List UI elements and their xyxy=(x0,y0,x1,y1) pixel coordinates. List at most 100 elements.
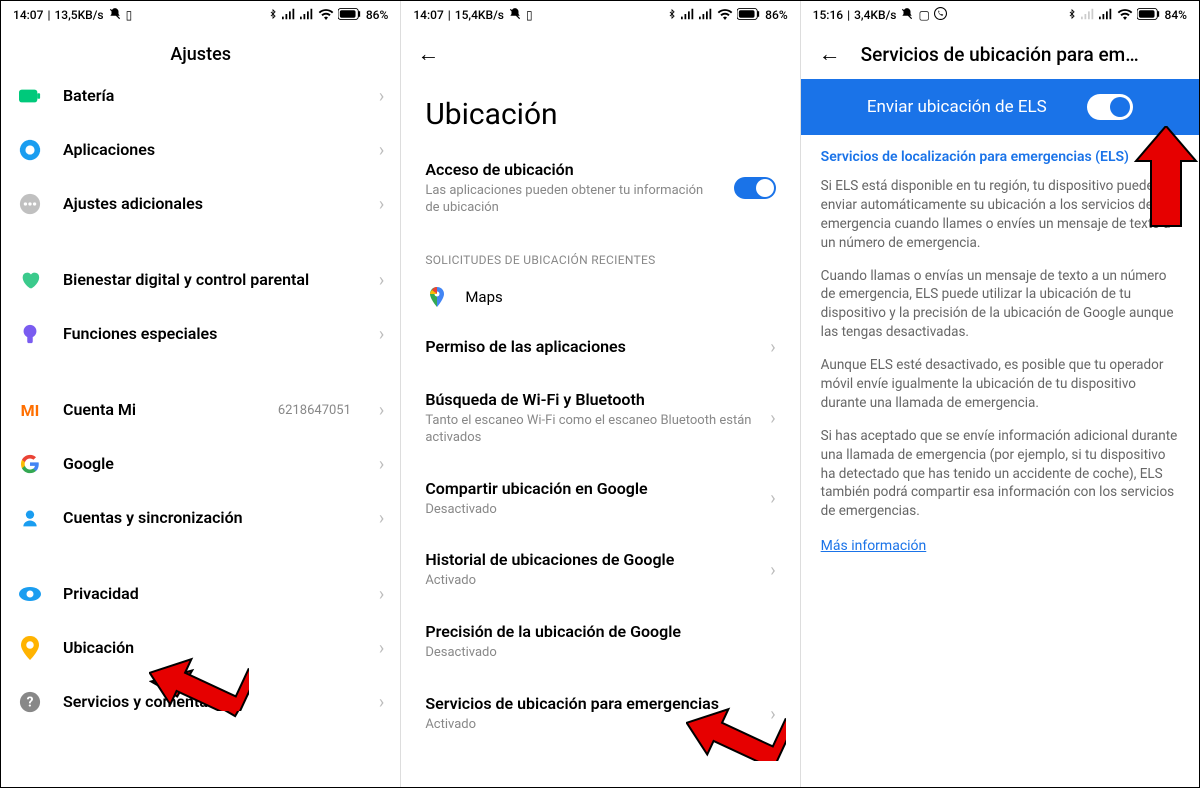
mute-icon xyxy=(508,7,522,24)
item-label: Batería xyxy=(63,86,359,107)
item-label: Ajustes adicionales xyxy=(63,194,359,215)
chevron-right-icon: › xyxy=(770,560,775,581)
mute-icon xyxy=(108,7,122,24)
row-title: Búsqueda de Wi-Fi y Bluetooth xyxy=(425,390,754,410)
item-label: Bienestar digital y control parental xyxy=(63,270,359,291)
chevron-right-icon: › xyxy=(379,270,384,291)
svg-text:?: ? xyxy=(27,695,34,711)
location-access-toggle[interactable] xyxy=(734,177,776,199)
info-title: Servicios de localización para emergenci… xyxy=(821,149,1179,165)
item-label: Funciones especiales xyxy=(63,324,359,345)
settings-item-battery[interactable]: Batería › xyxy=(1,79,400,123)
settings-item-accounts[interactable]: Cuentas y sincronización › xyxy=(1,491,400,545)
chevron-right-icon: › xyxy=(379,454,384,475)
row-title: Servicios de ubicación para emergencias xyxy=(425,694,754,714)
status-time: 15:16 xyxy=(813,8,843,22)
settings-item-google[interactable]: Google › xyxy=(1,437,400,491)
google-icon xyxy=(17,451,43,477)
toggle-label: Enviar ubicación de ELS xyxy=(867,97,1047,117)
whatsapp-icon xyxy=(934,7,947,23)
page-title: Servicios de ubicación para em… xyxy=(861,43,1139,66)
els-toggle-bar[interactable]: Enviar ubicación de ELS xyxy=(801,79,1199,135)
item-label: Cuentas y sincronización xyxy=(63,508,359,529)
settings-item-special[interactable]: Funciones especiales › xyxy=(1,307,400,361)
battery-icon xyxy=(17,83,43,109)
page-title: Ubicación xyxy=(401,79,799,144)
row-sub: Activado xyxy=(425,573,754,590)
signal-icon-2 xyxy=(699,8,713,23)
chevron-right-icon: › xyxy=(379,86,384,107)
info-paragraph: Si has aceptado que se envíe información… xyxy=(821,427,1179,521)
row-google-history[interactable]: Historial de ubicaciones de Google Activ… xyxy=(401,534,799,606)
row-emergency-location[interactable]: Servicios de ubicación para emergencias … xyxy=(401,678,799,750)
battery-icon xyxy=(1137,8,1161,23)
status-time: 14:07 xyxy=(413,8,443,22)
status-speed: 15,4KB/s xyxy=(455,8,504,22)
chevron-right-icon: › xyxy=(770,337,775,358)
status-speed: 13,5KB/s xyxy=(54,8,103,22)
status-bar: 15:16 | 3,4KB/s ▢ 84% xyxy=(801,1,1199,29)
recent-app-maps[interactable]: Maps xyxy=(401,277,799,321)
settings-item-privacy[interactable]: Privacidad › xyxy=(1,567,400,621)
status-bar: 14:07 | 13,5KB/s ▯ 86% xyxy=(1,1,400,29)
chevron-right-icon: › xyxy=(379,638,384,659)
status-time: 14:07 xyxy=(13,8,43,22)
signal-icon xyxy=(282,8,296,23)
battery-percent: 86% xyxy=(366,8,388,22)
settings-item-location[interactable]: Ubicación › xyxy=(1,621,400,675)
title-bar: ← Servicios de ubicación para em… xyxy=(801,29,1199,79)
signal-icon-2 xyxy=(1099,8,1113,23)
location-screen: 14:07 | 15,4KB/s ▯ 86% ← Ubicación Acces… xyxy=(400,1,799,787)
title-bar: ← xyxy=(401,29,799,79)
row-title: Acceso de ubicación xyxy=(425,160,717,180)
section-header: SOLICITUDES DE UBICACIÓN RECIENTES xyxy=(401,233,799,277)
row-google-share[interactable]: Compartir ubicación en Google Desactivad… xyxy=(401,463,799,535)
wellbeing-icon xyxy=(17,267,43,293)
back-button[interactable]: ← xyxy=(819,41,841,67)
wifi-icon xyxy=(717,8,733,23)
battery-percent: 84% xyxy=(1165,8,1187,22)
cast-icon: ▢ xyxy=(918,8,929,22)
settings-item-apps[interactable]: Aplicaciones › xyxy=(1,123,400,177)
row-title: Historial de ubicaciones de Google xyxy=(425,550,754,570)
wifi-icon xyxy=(1117,8,1133,23)
chevron-right-icon: › xyxy=(379,692,384,713)
item-label: Aplicaciones xyxy=(63,140,359,161)
wifi-icon xyxy=(318,8,334,23)
item-label: Google xyxy=(63,454,359,475)
back-button[interactable]: ← xyxy=(417,41,439,67)
row-wifi-bt-scan[interactable]: Búsqueda de Wi-Fi y Bluetooth Tanto el e… xyxy=(401,374,799,463)
settings-item-mi-account[interactable]: MI Cuenta Mi 6218647051 › xyxy=(1,383,400,437)
row-app-permissions[interactable]: Permiso de las aplicaciones › xyxy=(401,321,799,374)
chevron-right-icon: › xyxy=(770,408,775,429)
sim-icon: ▯ xyxy=(126,8,133,22)
status-speed: 3,4KB/s xyxy=(854,8,896,22)
location-icon xyxy=(17,635,43,661)
els-toggle[interactable] xyxy=(1087,94,1133,120)
bluetooth-icon xyxy=(667,7,677,24)
row-sub: Desactivado xyxy=(425,645,775,662)
signal-icon-2 xyxy=(300,8,314,23)
bluetooth-icon xyxy=(1067,7,1077,24)
chevron-right-icon: › xyxy=(379,194,384,215)
settings-item-additional[interactable]: Ajustes adicionales › xyxy=(1,177,400,231)
account-icon xyxy=(17,505,43,531)
info-paragraph: Aunque ELS esté desactivado, es posible … xyxy=(821,356,1179,413)
row-google-accuracy[interactable]: Precisión de la ubicación de Google Desa… xyxy=(401,606,799,678)
item-label: Ubicación xyxy=(63,638,359,659)
row-sub: Desactivado xyxy=(425,502,754,519)
settings-item-wellbeing[interactable]: Bienestar digital y control parental › xyxy=(1,253,400,307)
bluetooth-icon xyxy=(268,7,278,24)
dots-icon xyxy=(17,191,43,217)
chevron-right-icon: › xyxy=(379,508,384,529)
maps-icon xyxy=(425,285,449,309)
apps-icon xyxy=(17,137,43,163)
special-icon xyxy=(17,321,43,347)
battery-icon xyxy=(737,8,761,23)
settings-item-feedback[interactable]: ? Servicios y comentarios › xyxy=(1,675,400,729)
title-bar: Ajustes xyxy=(1,29,400,79)
location-access-row[interactable]: Acceso de ubicación Las aplicaciones pue… xyxy=(401,144,799,233)
battery-icon xyxy=(338,8,362,23)
more-info-link[interactable]: Más información xyxy=(821,538,927,554)
els-screen: 15:16 | 3,4KB/s ▢ 84% ← Servicios de ubi… xyxy=(800,1,1199,787)
